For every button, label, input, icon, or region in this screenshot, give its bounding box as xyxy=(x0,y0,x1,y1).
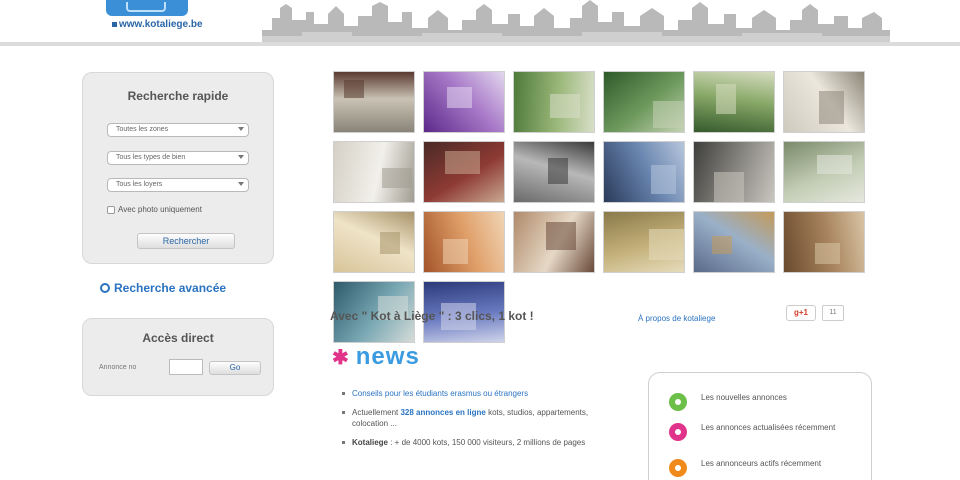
type-select[interactable]: Tous les types de bien xyxy=(107,151,249,165)
photo-grid xyxy=(333,71,869,343)
photo-bright-room[interactable] xyxy=(333,211,415,273)
legend-active-advertisers: Les annonceurs actifs récemment xyxy=(669,459,859,477)
photo-green-room[interactable] xyxy=(783,141,865,203)
search-icon xyxy=(100,283,110,293)
logo-url[interactable]: www.kotaliege.be xyxy=(112,19,203,30)
legend-box: Les nouvelles annonces Les annonces actu… xyxy=(648,372,872,480)
google-plus-button[interactable]: g+1 xyxy=(786,305,816,321)
photo-park-path[interactable] xyxy=(693,71,775,133)
pink-dot-icon xyxy=(669,423,687,441)
photo-only-option[interactable]: Avec photo uniquement xyxy=(107,205,202,214)
annonce-number-input[interactable] xyxy=(169,359,203,375)
chevron-down-icon xyxy=(238,155,244,159)
news-item: Actuellement 328 annonces en ligne kots,… xyxy=(340,407,610,429)
photo-only-checkbox[interactable] xyxy=(107,205,115,214)
star-icon: ✱ xyxy=(332,347,350,369)
photo-white-room[interactable] xyxy=(783,71,865,133)
photo-purple-room[interactable] xyxy=(423,71,505,133)
news-list: Conseils pour les étudiants erasmus ou é… xyxy=(340,388,610,456)
legend-updated-listings: Les annonces actualisées récemment xyxy=(669,423,859,441)
green-dot-icon xyxy=(669,393,687,411)
site-logo[interactable] xyxy=(106,0,188,16)
news-item: Kotaliege : + de 4000 kots, 150 000 visi… xyxy=(340,437,610,448)
header-divider xyxy=(0,42,960,46)
news-erasmus-link[interactable]: Conseils pour les étudiants erasmus ou é… xyxy=(352,389,528,398)
direct-access-panel: Accès direct Annonce no Go xyxy=(82,318,274,396)
go-button[interactable]: Go xyxy=(209,361,261,375)
tagline: Avec " Kot à Liège " : 3 clics, 1 kot ! xyxy=(330,309,534,323)
online-listings-link[interactable]: 328 annonces en ligne xyxy=(400,408,485,417)
site-header: www.kotaliege.be xyxy=(0,0,960,46)
news-item: Conseils pour les étudiants erasmus ou é… xyxy=(340,388,610,399)
photo-red-bedroom[interactable] xyxy=(423,141,505,203)
zones-select[interactable]: Toutes les zones xyxy=(107,123,249,137)
photo-dark-kitchen[interactable] xyxy=(693,141,775,203)
chevron-down-icon xyxy=(238,182,244,186)
photo-brown-kitchen[interactable] xyxy=(783,211,865,273)
google-plus-count: 11 xyxy=(822,305,844,321)
quick-search-panel: Recherche rapide Toutes les zones Tous l… xyxy=(82,72,274,264)
photo-lamp-room[interactable] xyxy=(423,211,505,273)
photo-living-room[interactable] xyxy=(513,211,595,273)
loyers-select[interactable]: Tous les loyers xyxy=(107,178,249,192)
photo-city-view[interactable] xyxy=(693,211,775,273)
photo-building-trees[interactable] xyxy=(603,71,685,133)
legend-new-listings: Les nouvelles annonces xyxy=(669,393,859,411)
annonce-number-label: Annonce no xyxy=(99,364,137,371)
photo-garden[interactable] xyxy=(513,71,595,133)
quick-search-title: Recherche rapide xyxy=(127,89,229,103)
photo-bedroom-1[interactable] xyxy=(333,71,415,133)
orange-dot-icon xyxy=(669,459,687,477)
photo-facade[interactable] xyxy=(603,211,685,273)
news-heading: ✱ news xyxy=(332,343,420,370)
city-skyline-banner xyxy=(262,0,890,42)
direct-access-title: Accès direct xyxy=(142,331,214,345)
photo-bridge-river[interactable] xyxy=(603,141,685,203)
advanced-search-link[interactable]: Recherche avancée xyxy=(100,281,226,295)
photo-kitchen-white[interactable] xyxy=(333,141,415,203)
logo-dot-icon xyxy=(112,22,117,27)
photo-grey-room[interactable] xyxy=(513,141,595,203)
chevron-down-icon xyxy=(238,127,244,131)
about-link[interactable]: À propos de kotaliege xyxy=(638,314,715,323)
search-button[interactable]: Rechercher xyxy=(137,233,235,249)
photo-only-label: Avec photo uniquement xyxy=(118,205,202,214)
